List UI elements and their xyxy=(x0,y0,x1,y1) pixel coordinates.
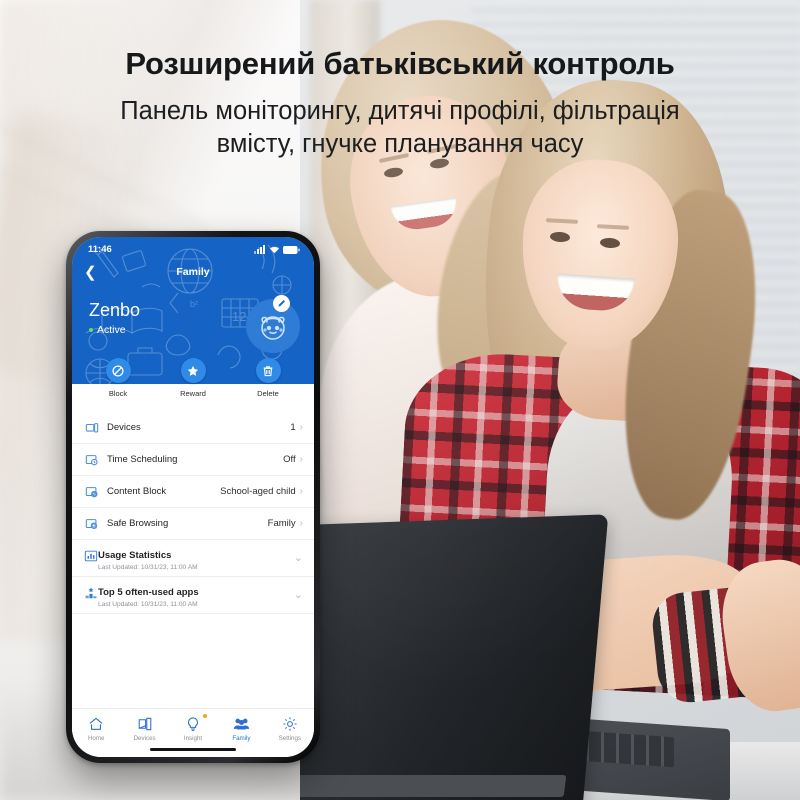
home-icon xyxy=(72,715,120,732)
device-screen-icon xyxy=(84,420,99,435)
page-subtitle-line-2: вмісту, гнучке планування часу xyxy=(216,129,584,158)
tab-label: Home xyxy=(87,734,105,742)
reward-action-label: Reward xyxy=(180,389,206,398)
delete-icon-circle xyxy=(255,358,281,383)
expandable-row-title: Top 5 often-used apps xyxy=(98,586,199,598)
expandable-row-usage-statistics[interactable]: Usage Statistics Last Updated: 10/31/23,… xyxy=(72,540,314,577)
settings-row-label: Time Scheduling xyxy=(107,454,178,465)
settings-row-value: School-aged child xyxy=(220,486,296,497)
phone-screen: 12 b² 11:46 ❮ Family Zenbo Active Block … xyxy=(72,237,314,757)
devices-icon xyxy=(120,715,168,732)
tab-settings[interactable]: Settings xyxy=(266,715,314,742)
profile-action-buttons: Block Reward Delete xyxy=(72,358,314,401)
signal-bars-icon xyxy=(254,245,265,254)
profile-avatar[interactable] xyxy=(246,295,300,353)
expandable-row-top-apps[interactable]: Top 5 often-used apps Last Updated: 10/3… xyxy=(72,577,314,614)
status-dot-icon xyxy=(89,327,93,332)
chevron-right-icon: › xyxy=(299,518,303,529)
page-subtitle: Панель моніторингу, дитячі профілі, філь… xyxy=(0,95,800,161)
expandable-row-title: Usage Statistics xyxy=(98,549,172,561)
device-clock-icon xyxy=(84,452,99,467)
star-icon xyxy=(187,365,199,376)
wifi-icon xyxy=(270,246,279,254)
podium-icon xyxy=(84,586,98,605)
edit-avatar-badge[interactable] xyxy=(273,295,290,312)
family-icon xyxy=(217,715,265,732)
tab-insight[interactable]: Insight xyxy=(169,714,217,742)
headline-block: Розширений батьківський контроль Панель … xyxy=(0,46,800,161)
block-action-button[interactable]: Block xyxy=(95,358,142,401)
tab-label: Devices xyxy=(133,734,156,742)
expandable-row-text: Top 5 often-used apps Last Updated: 10/3… xyxy=(98,582,294,609)
device-search-icon xyxy=(84,516,99,531)
smartphone-mockup: 12 b² 11:46 ❮ Family Zenbo Active Block … xyxy=(66,231,320,763)
settings-row-safe-browsing[interactable]: Safe Browsing Family › xyxy=(72,508,314,540)
chevron-down-icon[interactable]: ⌄ xyxy=(294,589,303,601)
battery-icon xyxy=(283,245,300,254)
page-title: Розширений батьківський контроль xyxy=(125,46,675,81)
status-bar-time: 11:46 xyxy=(88,244,112,255)
expandable-row-text: Usage Statistics Last Updated: 10/31/23,… xyxy=(98,545,294,572)
profile-status-label: Active xyxy=(97,323,126,336)
status-bar-indicators xyxy=(254,245,300,254)
delete-action-button[interactable]: Delete xyxy=(245,358,292,401)
page-subtitle-line-1: Панель моніторингу, дитячі профілі, філь… xyxy=(120,96,680,125)
block-prohibition-icon xyxy=(112,364,124,377)
settings-row-label: Content Block xyxy=(107,486,167,497)
settings-row-content-block[interactable]: Content Block School-aged child › xyxy=(72,476,314,508)
trash-icon xyxy=(263,365,273,376)
chevron-down-icon[interactable]: ⌄ xyxy=(294,552,303,564)
tab-devices[interactable]: Devices xyxy=(120,715,168,742)
tab-label: Insight xyxy=(183,734,203,742)
tab-home[interactable]: Home xyxy=(72,715,120,742)
tab-label: Settings xyxy=(278,734,301,742)
settings-row-label: Devices xyxy=(107,422,141,433)
bulb-icon xyxy=(169,714,217,732)
settings-row-time-scheduling[interactable]: Time Scheduling Off › xyxy=(72,444,314,476)
status-bar: 11:46 xyxy=(72,237,314,255)
home-indicator-bar[interactable] xyxy=(150,747,236,751)
chevron-right-icon: › xyxy=(299,454,303,465)
chevron-right-icon: › xyxy=(299,486,303,497)
pencil-edit-icon xyxy=(278,299,286,307)
settings-row-label: Safe Browsing xyxy=(107,518,169,529)
settings-row-value: 1 xyxy=(290,422,296,433)
bar-chart-icon xyxy=(84,549,98,568)
block-action-label: Block xyxy=(108,389,128,398)
gear-icon xyxy=(266,715,314,732)
block-icon-circle xyxy=(105,358,131,383)
settings-list: Devices 1 › Time Scheduling Off › Conten… xyxy=(72,384,314,614)
reward-icon-circle xyxy=(180,358,206,383)
device-block-icon xyxy=(84,484,99,499)
expandable-row-subtitle: Last Updated: 10/31/23, 11:00 AM xyxy=(98,564,198,572)
tab-family[interactable]: Family xyxy=(217,715,265,742)
settings-row-value: Family xyxy=(267,518,296,529)
child-avatar-icon xyxy=(261,316,285,340)
delete-action-label: Delete xyxy=(257,389,279,398)
reward-action-button[interactable]: Reward xyxy=(170,358,217,401)
screen-title: Family xyxy=(176,266,210,278)
settings-row-value: Off xyxy=(283,454,296,465)
chevron-right-icon: › xyxy=(299,422,303,433)
expandable-row-subtitle: Last Updated: 10/31/23, 11:00 AM xyxy=(98,601,198,609)
app-nav-bar: ❮ Family xyxy=(72,259,314,285)
tab-label: Family xyxy=(232,734,251,742)
insight-notification-badge xyxy=(203,714,208,718)
settings-row-devices[interactable]: Devices 1 › xyxy=(72,412,314,444)
